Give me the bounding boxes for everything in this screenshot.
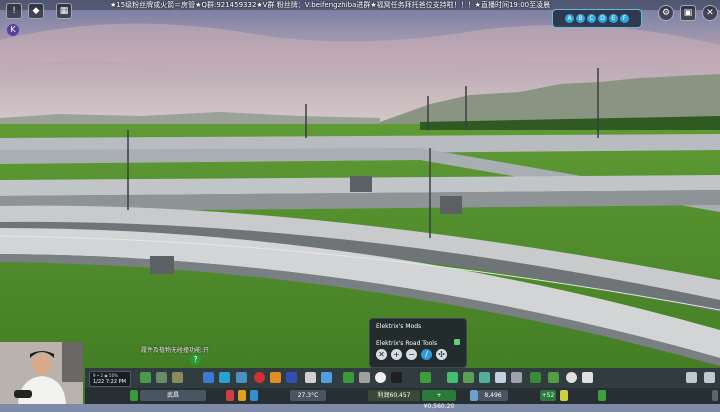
time-panel[interactable]: 9 • 2 ◉ 50% 1/22 7:22 PM: [89, 371, 131, 387]
rci-demand-icon: [598, 390, 606, 401]
pause-icon[interactable]: [712, 390, 718, 401]
population-count: 8,496: [478, 390, 508, 401]
help-button[interactable]: ?: [190, 354, 201, 365]
move-icon[interactable]: [686, 372, 697, 383]
close-icon[interactable]: ✕: [702, 5, 718, 21]
water-status-icon: [250, 390, 258, 401]
tool-slope-button[interactable]: /: [421, 349, 432, 360]
unique-buildings-icon[interactable]: [359, 372, 370, 383]
bulldozer-icon[interactable]: [447, 372, 458, 383]
wonders-icon[interactable]: [391, 372, 402, 383]
move-it-icon[interactable]: [479, 372, 490, 383]
streamer-image: [0, 342, 83, 404]
speed-dot[interactable]: D: [598, 14, 607, 23]
fire-icon[interactable]: [270, 372, 281, 383]
gear-icon[interactable]: ⚙: [658, 5, 674, 21]
happiness-icon: [226, 390, 234, 401]
roads-icon[interactable]: [140, 372, 151, 383]
money-display[interactable]: 利润60,457: [368, 390, 420, 401]
demand-icon: [560, 390, 568, 401]
tool-minus-button[interactable]: −: [406, 349, 417, 360]
parks-icon[interactable]: [343, 372, 354, 383]
population-change: +52: [540, 390, 556, 401]
tree-brush-icon[interactable]: [463, 372, 474, 383]
speed-dot[interactable]: B: [576, 14, 585, 23]
zoning-icon[interactable]: [156, 372, 167, 383]
transport-icon[interactable]: [321, 372, 332, 383]
game-viewport[interactable]: [0, 0, 720, 404]
network-tool-icon[interactable]: [511, 372, 522, 383]
stream-banner: ★15级粉丝牌或火箭＝房管★Q群:921459332★V群 粉丝牌：V:beif…: [110, 1, 551, 9]
police-icon[interactable]: [286, 372, 297, 383]
info-views-icon[interactable]: ▦: [56, 3, 72, 19]
anarchy-hint: 履件及植物无碰撞功能:开: [141, 347, 210, 354]
monuments-icon[interactable]: [375, 372, 386, 383]
speed-dot[interactable]: C: [587, 14, 596, 23]
weather-temperature: 27.3°C: [290, 390, 326, 401]
mods-panel: Elektrix's Mods Elektrix's Road Tools ✕ …: [369, 318, 467, 368]
healthcare-icon[interactable]: [254, 372, 265, 383]
tool-add-button[interactable]: +: [391, 349, 402, 360]
education-icon[interactable]: [305, 372, 316, 383]
notifications-icon[interactable]: !: [6, 3, 22, 19]
k-badge[interactable]: K: [7, 24, 19, 36]
time-status: 9 • 2 ◉ 50%: [93, 373, 118, 378]
search-icon[interactable]: [566, 372, 577, 383]
road-tools-title: Elektrix's Road Tools: [376, 340, 438, 347]
date-time: 1/22 7:22 PM: [93, 379, 126, 385]
income-badge: +¥0,560.20: [422, 390, 456, 410]
speed-controls[interactable]: A B C D E F: [552, 9, 642, 28]
city-name[interactable]: 武昌: [140, 390, 206, 401]
speed-dot[interactable]: F: [620, 14, 629, 23]
photo-mode-icon[interactable]: ▣: [680, 5, 696, 21]
tool-remove-button[interactable]: ✕: [376, 349, 387, 360]
area-tool-icon[interactable]: [548, 372, 559, 383]
landscaping-icon[interactable]: [420, 372, 431, 383]
webcam-overlay: [0, 342, 83, 404]
info-badge[interactable]: [130, 390, 138, 401]
power-icon: [238, 390, 246, 401]
garbage-icon[interactable]: [236, 372, 247, 383]
traffic-manager-icon[interactable]: [495, 372, 506, 383]
terrain-icon[interactable]: [530, 372, 541, 383]
population-icon: [470, 390, 478, 401]
electricity-icon[interactable]: [203, 372, 214, 383]
road-tools-toggle[interactable]: [454, 339, 460, 345]
speed-dot[interactable]: E: [609, 14, 618, 23]
settings-icon[interactable]: [704, 372, 715, 383]
grid-icon[interactable]: [582, 372, 593, 383]
districts-icon[interactable]: [172, 372, 183, 383]
speed-dot[interactable]: A: [565, 14, 574, 23]
tool-junction-button[interactable]: ✣: [436, 349, 447, 360]
mods-panel-title: Elektrix's Mods: [376, 323, 422, 330]
water-icon[interactable]: [219, 372, 230, 383]
chirper-icon[interactable]: ◆: [28, 3, 44, 19]
